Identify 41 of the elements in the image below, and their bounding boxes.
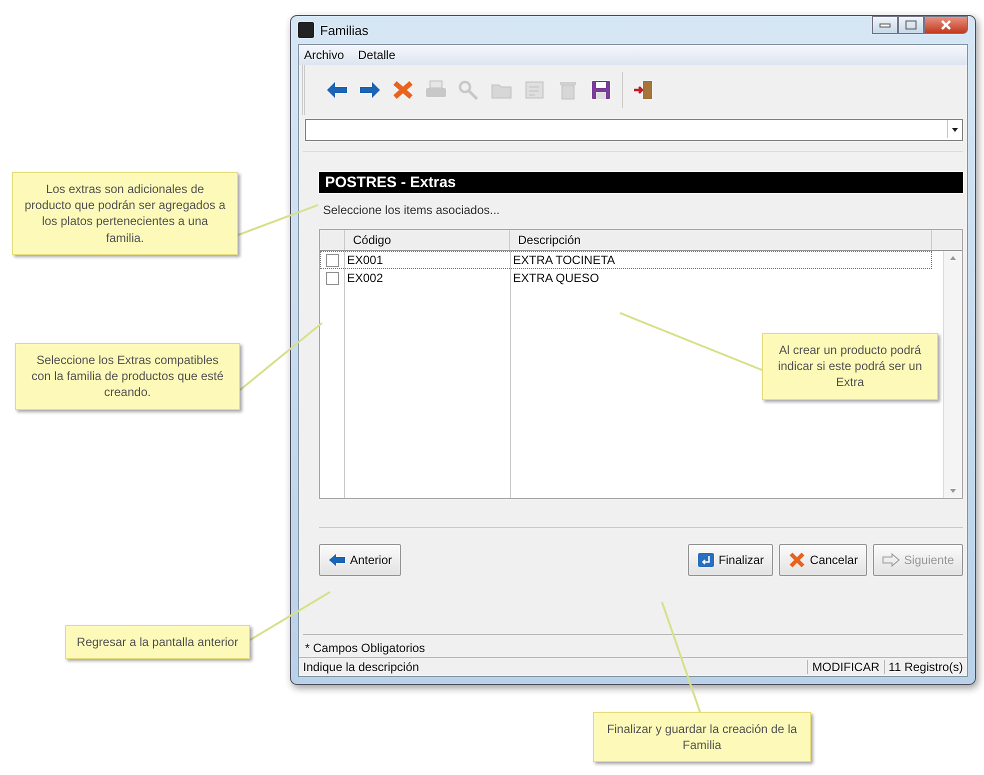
finish-button[interactable]: Finalizar bbox=[688, 544, 773, 576]
table-cell-text: EXTRA TOCINETA bbox=[512, 253, 616, 267]
cancel-button[interactable]: Cancelar bbox=[778, 544, 867, 576]
save-icon[interactable] bbox=[589, 79, 613, 101]
left-arrow-icon bbox=[328, 552, 346, 568]
table-cell-text: EX002 bbox=[346, 271, 384, 285]
column-header[interactable]: Descripción bbox=[510, 230, 932, 250]
close-button[interactable] bbox=[924, 16, 968, 34]
delete-icon[interactable] bbox=[391, 79, 415, 101]
callout-note: Regresar a la pantalla anterior bbox=[65, 625, 250, 660]
close-icon bbox=[940, 20, 952, 30]
scrollbar[interactable] bbox=[943, 251, 962, 498]
minimize-icon bbox=[879, 22, 891, 28]
enter-icon bbox=[696, 552, 715, 568]
forward-icon[interactable] bbox=[358, 79, 382, 101]
status-text: 11 Registro(s) bbox=[888, 660, 964, 674]
minimize-button[interactable] bbox=[872, 16, 898, 34]
right-arrow-icon bbox=[882, 552, 900, 568]
maximize-button[interactable] bbox=[898, 16, 924, 34]
checkbox[interactable] bbox=[326, 254, 338, 266]
status-text: MODIFICAR bbox=[808, 660, 885, 674]
menu-item[interactable]: Detalle bbox=[358, 48, 396, 62]
callout-note: Seleccione los Extras compatibles con la familia de productos que esté creando. bbox=[15, 343, 240, 410]
cross-icon bbox=[788, 552, 806, 568]
menu-item[interactable]: Archivo bbox=[304, 48, 344, 62]
table-cell-text: EXTRA QUESO bbox=[512, 271, 600, 285]
table-cell-text: EX001 bbox=[346, 253, 384, 267]
window-title: Familias bbox=[320, 22, 368, 38]
checkbox[interactable] bbox=[326, 272, 338, 284]
status-text: Indique la descripción bbox=[299, 660, 808, 674]
callout-note: Al crear un producto podrá indicar si este podrá ser un Extra bbox=[762, 333, 938, 400]
app-icon bbox=[298, 22, 314, 38]
back-button[interactable]: Anterior bbox=[319, 544, 402, 576]
callout-note: Finalizar y guardar la creación de la Familia bbox=[593, 712, 811, 762]
record-dropdown[interactable] bbox=[305, 119, 963, 141]
maximize-icon bbox=[905, 20, 917, 30]
instruction-text: Seleccione los items asociados... bbox=[323, 203, 501, 217]
required-note: * Campos Obligatorios bbox=[304, 640, 426, 657]
column-header[interactable]: Código bbox=[345, 230, 510, 250]
callout-note: Los extras son adicionales de producto que podrán ser agregados a los platos pertenecientes a una familia. bbox=[12, 172, 238, 255]
section-header: POSTRES - Extras bbox=[319, 172, 963, 193]
